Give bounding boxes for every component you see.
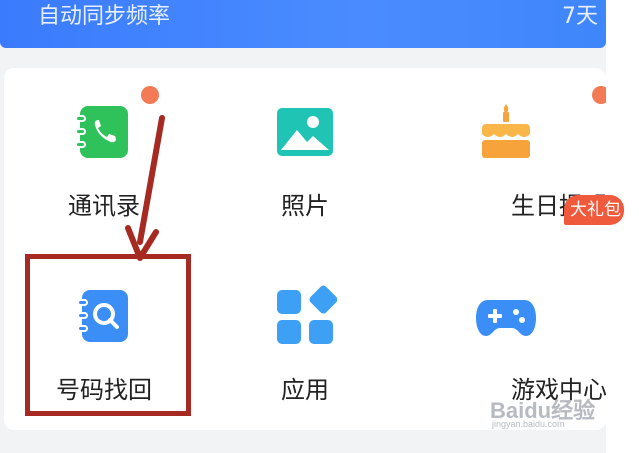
contacts-icon — [75, 106, 128, 158]
grid-item-game-center[interactable]: 游戏中心 — [406, 252, 606, 422]
grid-item-label: 通讯录 — [68, 192, 140, 220]
sync-frequency-label: 自动同步频率 — [38, 4, 171, 29]
sync-frequency-row[interactable]: 自动同步频率 7天 — [0, 0, 606, 48]
apps-icon — [277, 285, 337, 344]
grid-item-label: 应用 — [281, 376, 329, 404]
grid-item-photos[interactable]: 照片 — [205, 68, 405, 238]
gift-package-badge: 大礼包 — [564, 195, 624, 225]
birthday-notification-dot — [592, 86, 606, 104]
birthday-cake-icon — [482, 104, 530, 158]
grid-item-contacts[interactable]: 通讯录 — [4, 68, 204, 238]
grid-item-apps[interactable]: 应用 — [205, 252, 405, 422]
contacts-notification-dot — [141, 86, 159, 104]
gamepad-icon — [476, 300, 536, 336]
sync-frequency-value: 7天 — [562, 4, 598, 29]
grid-item-label: 照片 — [281, 192, 329, 220]
annotation-highlight-box — [25, 254, 191, 416]
grid-item-label: 游戏中心 — [511, 376, 606, 404]
edge-strip — [606, 0, 639, 453]
photo-icon — [277, 108, 333, 156]
